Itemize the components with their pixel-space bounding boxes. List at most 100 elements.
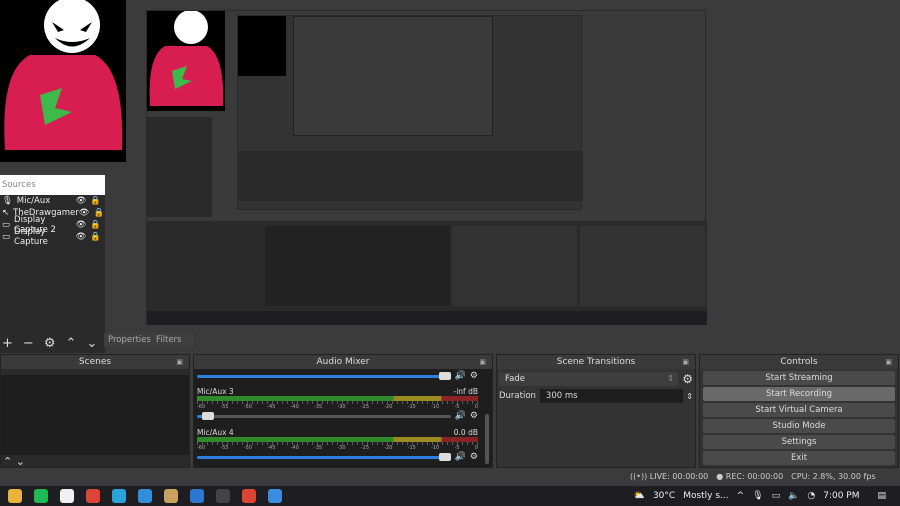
notification-icon[interactable]: ▤ [877,491,886,501]
rec-status: ● REC: 00:00:00 [716,472,784,481]
taskbar: ⛅ 30°C Mostly s... ^ 🎙 ▭ 🔈 ◔ 7:00 PM ▤ [0,486,900,506]
move-down-button[interactable]: ⌄ [86,336,97,351]
channel-db: -inf dB [453,387,478,396]
control-button-studio-mode[interactable]: Studio Mode [703,419,895,433]
store-icon[interactable] [60,489,74,503]
gear-icon[interactable]: ⚙ [470,411,478,421]
source-item[interactable]: 🎙 Mic/Aux 👁 🔒 [0,195,105,207]
edge-icon[interactable] [138,489,152,503]
volume-slider[interactable] [197,411,451,420]
source-name: Mic/Aux [16,196,51,206]
duration-stepper[interactable]: ⇕ [686,392,693,401]
telegram-icon[interactable] [112,489,126,503]
tab-filters-label: Filters [156,335,182,345]
control-button-settings[interactable]: Settings [703,435,895,449]
gear-icon[interactable]: ⚙ [470,371,478,381]
control-button-exit[interactable]: Exit [703,451,895,465]
move-up-button[interactable]: ⌃ [3,455,12,468]
control-button-start-virtual-camera[interactable]: Start Virtual Camera [703,403,895,417]
speaker-icon[interactable]: 🔈 [788,491,799,501]
meter-tick-label: -45 [267,404,276,410]
sources-toolbar: + − ⚙ ⌃ ⌄ [0,333,105,353]
microphone-icon: 🎙 [2,196,13,206]
preview-canvas[interactable] [146,10,707,325]
eye-icon[interactable]: 👁 [76,232,87,242]
clock[interactable]: 7:00 PM [823,491,859,501]
meter-tick-label: -45 [267,445,276,451]
meter-tick-label: -50 [243,404,252,410]
gear-icon[interactable]: ⚙ [470,452,478,462]
scrollbar[interactable] [485,414,489,464]
meter-ticks [197,442,478,445]
chrome-icon[interactable] [86,489,100,503]
lock-icon[interactable]: 🔒 [90,220,101,230]
meter-tick-label: -40 [290,445,299,451]
paint-icon[interactable] [164,489,178,503]
meter-tick-label: -30 [337,445,346,451]
scenes-list[interactable] [1,375,189,455]
meter-tick-label: -10 [431,404,440,410]
spotify-icon[interactable] [34,489,48,503]
lock-icon[interactable]: 🔒 [90,232,101,242]
transition-select[interactable]: Fade ⇕ [499,372,679,386]
control-button-start-streaming[interactable]: Start Streaming [703,371,895,385]
meter-tick-label: -35 [314,404,323,410]
preview-sources [147,117,212,217]
speaker-icon[interactable]: 🔊 [455,411,466,421]
eye-icon[interactable]: 👁 [76,220,87,230]
move-up-button[interactable]: ⌃ [65,336,76,351]
speaker-icon[interactable]: 🔊 [455,371,466,381]
add-source-button[interactable]: + [2,336,13,351]
meter-tick-label: 0 [474,445,478,451]
tab-filters[interactable]: Filters [152,333,194,347]
meter-tick-label: -15 [407,445,416,451]
wifi-icon[interactable]: ◔ [807,491,815,501]
meter-tick-label: -35 [314,445,323,451]
meter-tick-label: -5 [454,445,460,451]
file-explorer-icon[interactable] [8,489,22,503]
tab-properties-label: Properties [108,335,151,345]
source-name: Display Capture [14,227,48,247]
channel-name: Mic/Aux 4 [197,428,234,437]
eye-icon[interactable]: 👁 [79,208,90,218]
meter-tick-label: -55 [220,445,229,451]
microphone-icon[interactable]: 🎙 [752,491,763,501]
controls-panel: Controls ▣ Start Streaming Start Recording… [699,354,899,468]
weather-icon[interactable]: ⛅ [634,491,645,501]
meter-tick-label: -20 [384,404,393,410]
meter-tick-label: -50 [243,445,252,451]
preview-taskbar [147,311,707,325]
lock-icon[interactable]: 🔒 [94,208,105,218]
scene-transitions-panel: Scene Transitions ▣ Fade ⇕ ⚙ Duration 300 … [496,354,696,468]
duration-input[interactable]: 300 ms [539,389,684,403]
weather-text[interactable]: Mostly s... [683,491,728,501]
gear-icon[interactable]: ⚙ [44,336,56,351]
gear-icon[interactable]: ⚙ [682,372,693,386]
photos-icon[interactable] [190,489,204,503]
lock-icon[interactable]: 🔒 [90,196,101,206]
chevron-up-icon[interactable]: ^ [737,491,745,501]
controls-title: Controls ▣ [700,355,898,369]
camera-icon[interactable]: ▭ [772,491,781,501]
move-down-button[interactable]: ⌄ [16,455,25,468]
remove-source-button[interactable]: − [23,336,34,351]
preview-character-image [147,11,225,111]
channel-name: Mic/Aux 3 [197,387,234,396]
chrome-2-icon[interactable] [242,489,256,503]
meter-ticks [197,401,478,404]
tab-properties[interactable]: Properties [104,333,151,347]
meter-tick-label: -10 [431,445,440,451]
volume-slider[interactable] [197,452,451,461]
weather-temp[interactable]: 30°C [653,491,675,501]
meter-tick-label: -25 [360,445,370,451]
volume-slider[interactable] [197,371,451,380]
control-button-start-recording[interactable]: Start Recording [703,387,895,401]
source-item[interactable]: ▭ Display Capture 👁 🔒 [0,227,105,247]
preview-dock [147,221,707,311]
eye-icon[interactable]: 👁 [76,196,87,206]
meter-tick-label: -25 [360,404,370,410]
speaker-icon[interactable]: 🔊 [455,452,466,462]
obs-icon[interactable] [216,489,230,503]
audio-mixer-title: Audio Mixer ▣ [194,355,492,369]
mail-icon[interactable] [268,489,282,503]
